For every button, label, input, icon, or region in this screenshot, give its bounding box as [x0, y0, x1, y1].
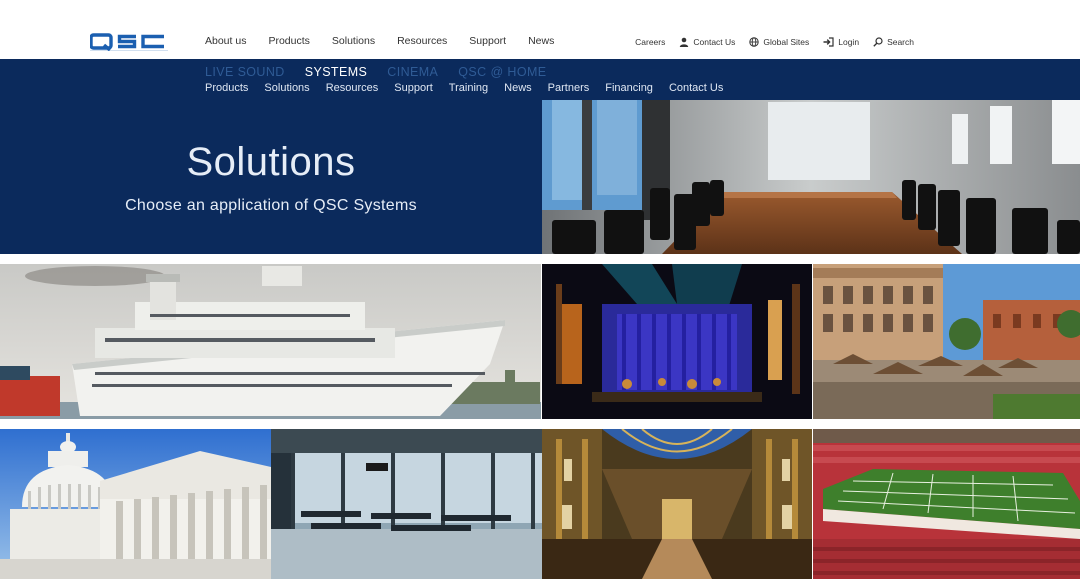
subnav-partners[interactable]: Partners [548, 82, 590, 94]
page-subtitle: Choose an application of QSC Systems [125, 197, 417, 214]
market-tabs: LIVE SOUND SYSTEMS CINEMA QSC @ HOME [205, 65, 567, 79]
subnav-financing[interactable]: Financing [605, 82, 653, 94]
nav-news[interactable]: News [528, 35, 554, 47]
careers-label: Careers [635, 37, 666, 47]
contact-us-link[interactable]: Contact Us [679, 37, 735, 47]
login-link[interactable]: Login [823, 37, 859, 47]
capitol-building-image [0, 429, 271, 579]
market-live-sound[interactable]: LIVE SOUND [205, 65, 285, 79]
concert-stage-image [542, 264, 812, 419]
nav-support[interactable]: Support [469, 35, 506, 47]
search-label: Search [887, 37, 914, 47]
nav-solutions[interactable]: Solutions [332, 35, 375, 47]
subnav-training[interactable]: Training [449, 82, 488, 94]
nav-resources[interactable]: Resources [397, 35, 447, 47]
contact-us-label: Contact Us [693, 37, 736, 47]
utility-nav: Careers Contact Us Global Sites Login Se… [635, 37, 914, 47]
campus-plaza-image [813, 264, 1080, 419]
subnav-products[interactable]: Products [205, 82, 248, 94]
subnav-solutions[interactable]: Solutions [264, 82, 309, 94]
global-sites-label: Global Sites [763, 37, 810, 47]
global-sites-link[interactable]: Global Sites [749, 37, 809, 47]
market-cinema[interactable]: CINEMA [387, 65, 438, 79]
market-systems[interactable]: SYSTEMS [305, 65, 368, 79]
airport-terminal-image [271, 429, 542, 579]
cruise-ship-image [0, 264, 541, 419]
search-link[interactable]: Search [873, 37, 914, 47]
conference-room-image [542, 100, 1080, 254]
systems-sub-nav: Products Solutions Resources Support Tra… [205, 82, 739, 94]
market-qsc-at-home[interactable]: QSC @ HOME [458, 65, 546, 79]
nav-about-us[interactable]: About us [205, 35, 246, 47]
subnav-support[interactable]: Support [394, 82, 433, 94]
search-icon [873, 37, 883, 47]
main-nav: About us Products Solutions Resources Su… [205, 35, 576, 47]
subnav-news[interactable]: News [504, 82, 532, 94]
qsc-logo[interactable] [90, 33, 168, 51]
top-bar: About us Products Solutions Resources Su… [0, 0, 1080, 59]
globe-icon [749, 37, 760, 47]
person-icon [679, 37, 689, 47]
football-stadium-image [813, 429, 1080, 579]
careers-link[interactable]: Careers [635, 37, 665, 47]
subnav-contact-us[interactable]: Contact Us [669, 82, 723, 94]
market-nav-band: LIVE SOUND SYSTEMS CINEMA QSC @ HOME Pro… [0, 59, 1080, 100]
subnav-resources[interactable]: Resources [326, 82, 379, 94]
cathedral-interior-image [542, 429, 812, 579]
page-title: Solutions [186, 140, 356, 184]
login-label: Login [838, 37, 860, 47]
hero-panel: Solutions Choose an application of QSC S… [0, 100, 542, 254]
login-icon [823, 37, 834, 47]
nav-products[interactable]: Products [268, 35, 309, 47]
